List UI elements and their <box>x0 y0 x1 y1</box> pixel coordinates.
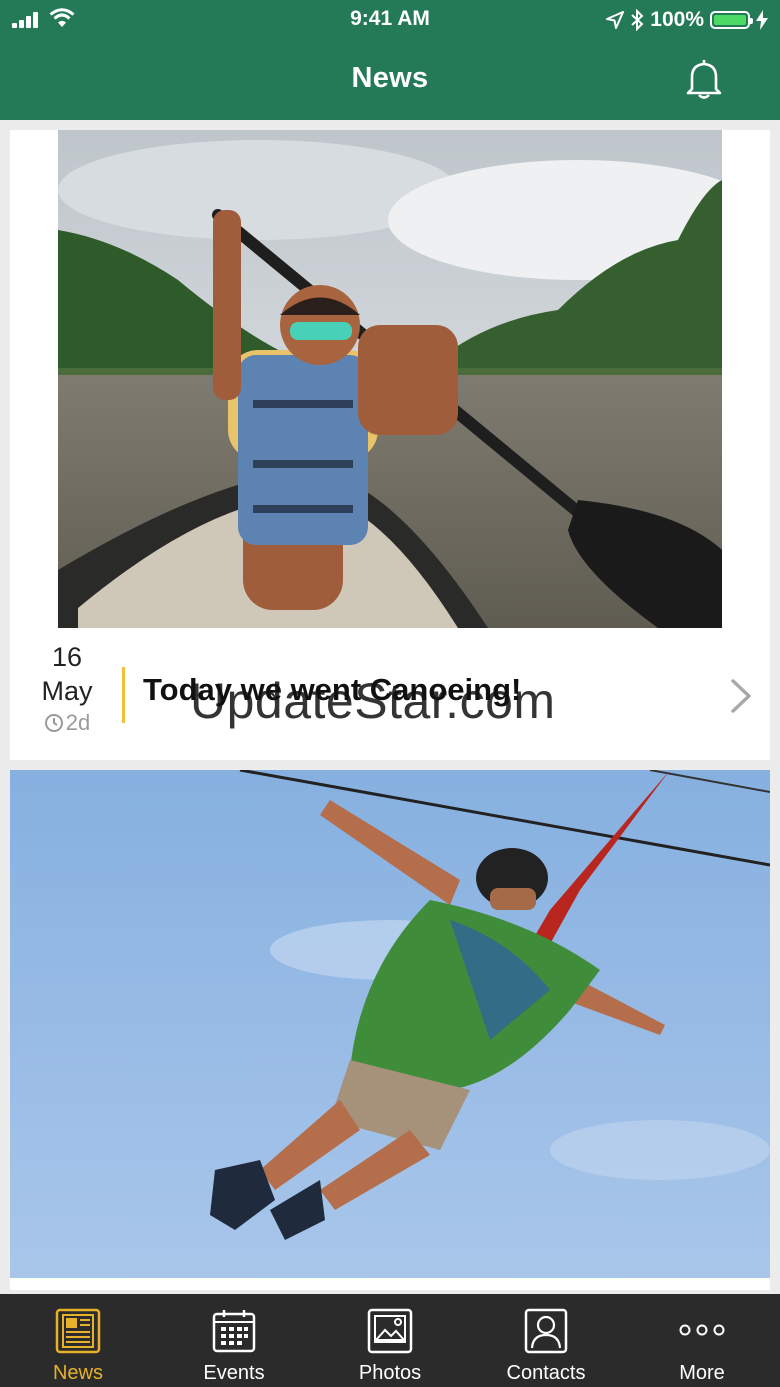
clock-icon <box>44 714 63 732</box>
date-month: May <box>41 676 93 706</box>
location-arrow-icon <box>606 11 625 29</box>
news-photo-zipline <box>10 770 770 1278</box>
tab-more[interactable]: More <box>624 1294 780 1387</box>
status-bar: 9:41 AM 100% <box>0 0 780 40</box>
news-age: 2d <box>65 710 91 735</box>
charging-bolt-icon <box>756 10 768 30</box>
tab-label: News <box>52 1362 103 1384</box>
news-card[interactable]: 16 May 2d Today we went Canoeing! Update… <box>10 130 770 760</box>
bell-icon[interactable] <box>684 58 724 100</box>
contact-icon <box>524 1308 568 1354</box>
watermark: UpdateStar.com <box>190 673 556 729</box>
tab-label: More <box>679 1362 725 1384</box>
tab-label: Events <box>203 1362 265 1384</box>
date-divider <box>122 667 125 723</box>
tab-bar: News Events Photos Contacts More <box>0 1294 780 1387</box>
tab-events[interactable]: Events <box>156 1294 312 1387</box>
more-icon <box>679 1324 725 1336</box>
battery-icon <box>710 11 753 29</box>
tab-contacts[interactable]: Contacts <box>468 1294 624 1387</box>
news-photo-canoeing <box>58 130 722 628</box>
tab-label: Contacts <box>506 1362 586 1384</box>
date-day: 16 <box>51 642 83 672</box>
news-date: 16 May 2d <box>32 640 102 738</box>
news-card[interactable] <box>10 770 770 1290</box>
battery-percentage: 100% <box>650 8 704 31</box>
tab-label: Photos <box>358 1362 422 1384</box>
photo-icon <box>367 1308 413 1354</box>
newspaper-icon <box>55 1308 101 1354</box>
page-title: News <box>351 62 429 94</box>
chevron-right-icon[interactable] <box>728 678 754 714</box>
app-header: 9:41 AM 100% News <box>0 0 780 120</box>
tab-photos[interactable]: Photos <box>312 1294 468 1387</box>
calendar-icon <box>212 1310 256 1353</box>
tab-news[interactable]: News <box>0 1294 156 1387</box>
bluetooth-icon <box>631 9 644 31</box>
